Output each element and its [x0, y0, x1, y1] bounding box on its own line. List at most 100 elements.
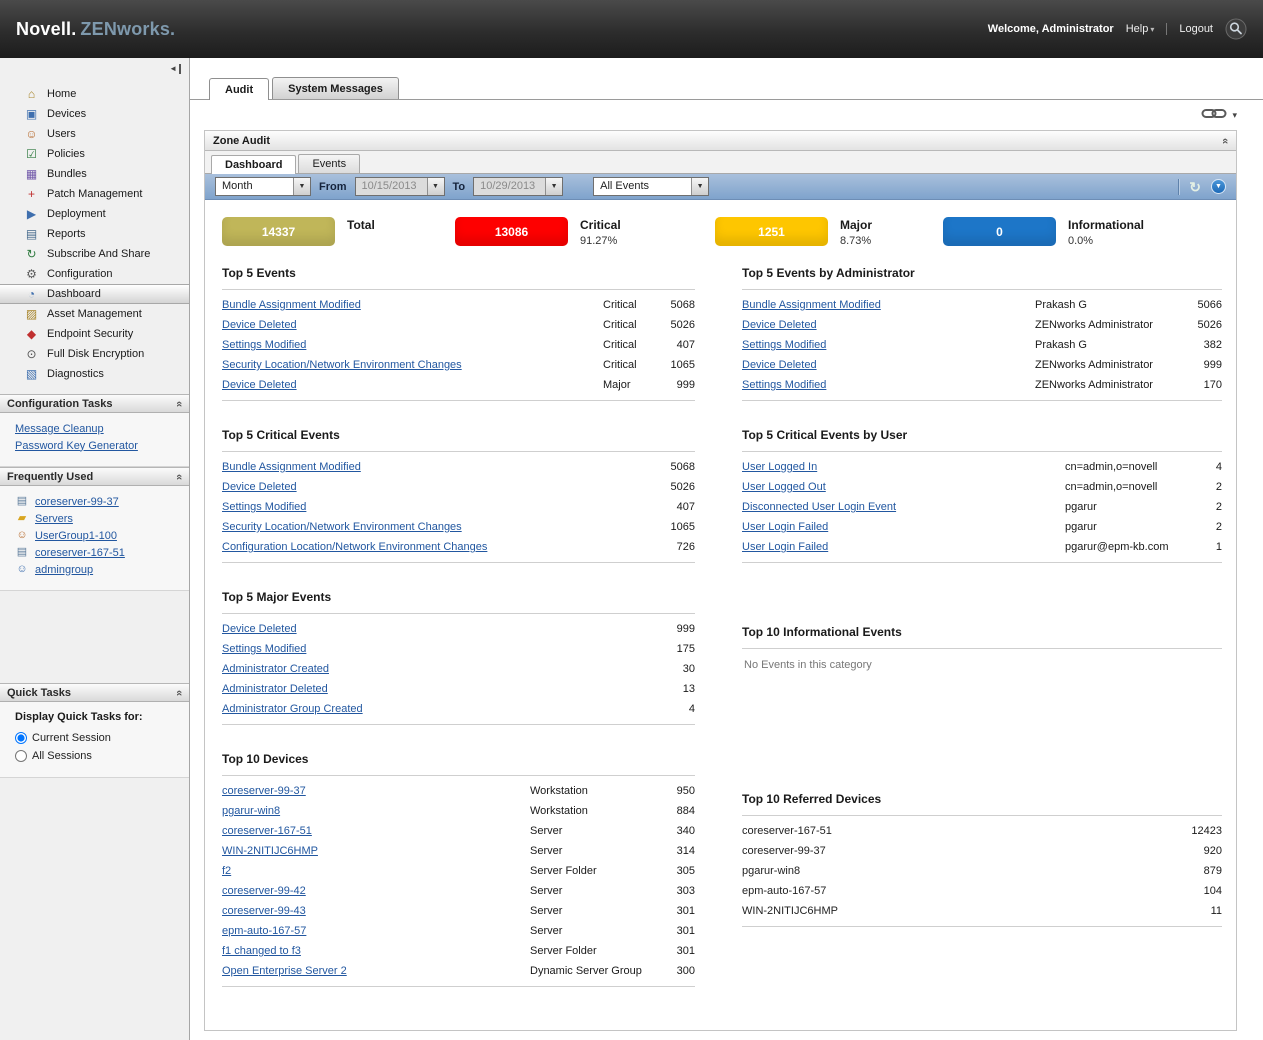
event-link[interactable]: Settings Modified — [742, 379, 1035, 391]
sidebar-item-dashboard[interactable]: ◔ Dashboard — [0, 284, 189, 304]
sidebar-item-patch-management[interactable]: + Patch Management — [0, 184, 189, 204]
to-date-select[interactable]: 10/29/2013 ▼ — [473, 177, 563, 196]
help-menu[interactable]: Help▾ — [1126, 23, 1155, 35]
frequently-used-link[interactable]: admingroup — [35, 564, 93, 576]
event-link[interactable]: Bundle Assignment Modified — [222, 299, 603, 311]
collapse-chevrons-icon[interactable]: « — [1219, 137, 1231, 143]
event-link[interactable]: Device Deleted — [222, 481, 655, 493]
configuration-tasks-header[interactable]: Configuration Tasks « — [0, 394, 189, 413]
from-date-select[interactable]: 10/15/2013 ▼ — [355, 177, 445, 196]
tab-audit[interactable]: Audit — [209, 78, 269, 100]
device-link[interactable]: coreserver-167-51 — [222, 825, 530, 837]
all-sessions-radio[interactable] — [15, 750, 27, 762]
sidebar-item-configuration[interactable]: ⚙ Configuration — [0, 264, 189, 284]
event-link[interactable]: Device Deleted — [742, 319, 1035, 331]
event-filter-select[interactable]: All Events ▼ — [593, 177, 709, 196]
event-link[interactable]: User Logged In — [742, 461, 1065, 473]
search-icon[interactable] — [1225, 18, 1247, 40]
divider — [742, 648, 1222, 649]
section-title: Top 5 Major Events — [222, 590, 695, 604]
device-link[interactable]: coreserver-99-37 — [222, 785, 530, 797]
link-chain-icon[interactable] — [1201, 107, 1227, 123]
event-row: Configuration Location/Network Environme… — [222, 537, 695, 557]
tab-events[interactable]: Events — [298, 154, 360, 173]
sidebar-item-endpoint-security[interactable]: ◆ Endpoint Security — [0, 324, 189, 344]
sidebar-item-full-disk-encryption[interactable]: ⊙ Full Disk Encryption — [0, 344, 189, 364]
device-link[interactable]: coreserver-99-43 — [222, 905, 530, 917]
device-link[interactable]: WIN-2NITIJC6HMP — [222, 845, 530, 857]
event-link[interactable]: Security Location/Network Environment Ch… — [222, 359, 603, 371]
event-link[interactable]: Settings Modified — [222, 643, 655, 655]
toolbar-menu-icon[interactable]: ▼ — [1211, 179, 1226, 194]
summary-badge: 14337 — [222, 217, 335, 246]
event-link[interactable]: User Login Failed — [742, 521, 1065, 533]
sidebar-item-reports[interactable]: ▤ Reports — [0, 224, 189, 244]
device-row: coreserver-167-51 Server 340 — [222, 821, 695, 841]
device-link[interactable]: coreserver-99-42 — [222, 885, 530, 897]
event-link[interactable]: Disconnected User Login Event — [742, 501, 1065, 513]
top-header: Novell.ZENworks. Welcome, Administrator … — [0, 0, 1263, 58]
collapse-chevrons-icon[interactable]: « — [173, 473, 185, 479]
device-link[interactable]: Open Enterprise Server 2 — [222, 965, 530, 977]
event-link[interactable]: Device Deleted — [742, 359, 1035, 371]
current-session-radio[interactable] — [15, 732, 27, 744]
endpoint-security-icon: ◆ — [24, 328, 39, 340]
sidebar-item-bundles[interactable]: ▦ Bundles — [0, 164, 189, 184]
period-select[interactable]: Month ▼ — [215, 177, 311, 196]
sidebar-item-asset-management[interactable]: ▨ Asset Management — [0, 304, 189, 324]
refresh-icon[interactable]: ↻ — [1189, 180, 1201, 194]
collapse-chevrons-icon[interactable]: « — [173, 400, 185, 406]
frequently-used-link[interactable]: UserGroup1-100 — [35, 530, 117, 542]
event-link[interactable]: Bundle Assignment Modified — [222, 461, 655, 473]
frequently-used-link[interactable]: coreserver-99-37 — [35, 496, 119, 508]
event-link[interactable]: Security Location/Network Environment Ch… — [222, 521, 655, 533]
config-task-link[interactable]: Password Key Generator — [15, 440, 138, 452]
empty-message: No Events in this category — [742, 659, 1222, 671]
device-link[interactable]: epm-auto-167-57 — [222, 925, 530, 937]
frequently-used-link[interactable]: Servers — [35, 513, 73, 525]
referred-device-count: 879 — [1172, 865, 1222, 877]
device-link[interactable]: pgarur-win8 — [222, 805, 530, 817]
event-link[interactable]: Configuration Location/Network Environme… — [222, 541, 655, 553]
header-actions: Welcome, Administrator Help▾ Logout — [988, 18, 1247, 40]
sidebar-item-deployment[interactable]: ▶ Deployment — [0, 204, 189, 224]
event-row: Administrator Created 30 — [222, 659, 695, 679]
event-row: User Login Failed pgarur 2 — [742, 517, 1222, 537]
sidebar-item-diagnostics[interactable]: ▧ Diagnostics — [0, 364, 189, 384]
frequently-used-header[interactable]: Frequently Used « — [0, 467, 189, 486]
event-link[interactable]: Settings Modified — [742, 339, 1035, 351]
event-link[interactable]: User Login Failed — [742, 541, 1065, 553]
quick-tasks-header[interactable]: Quick Tasks « — [0, 683, 189, 702]
event-link[interactable]: Settings Modified — [222, 501, 655, 513]
event-link[interactable]: Bundle Assignment Modified — [742, 299, 1035, 311]
sidebar-collapse-icon[interactable]: ◄ — [169, 64, 181, 74]
help-label: Help — [1126, 23, 1149, 35]
administrator-name: Prakash G — [1035, 299, 1182, 311]
sidebar-item-policies[interactable]: ☑ Policies — [0, 144, 189, 164]
event-link[interactable]: Device Deleted — [222, 623, 655, 635]
radio-current-session[interactable]: Current Session — [15, 729, 183, 747]
config-task-link[interactable]: Message Cleanup — [15, 423, 104, 435]
frequently-used-link[interactable]: coreserver-167-51 — [35, 547, 125, 559]
device-link[interactable]: f2 — [222, 865, 530, 877]
chevron-down-icon[interactable]: ▾ — [1232, 110, 1237, 121]
event-link[interactable]: Administrator Created — [222, 663, 655, 675]
event-link[interactable]: User Logged Out — [742, 481, 1065, 493]
radio-all-sessions[interactable]: All Sessions — [15, 747, 183, 765]
event-row: Settings Modified 407 — [222, 497, 695, 517]
tab-system-messages[interactable]: System Messages — [272, 77, 399, 99]
logout-link[interactable]: Logout — [1179, 23, 1213, 35]
sidebar-item-users[interactable]: ☺ Users — [0, 124, 189, 144]
referred-device-name: coreserver-167-51 — [742, 825, 1172, 837]
event-link[interactable]: Administrator Deleted — [222, 683, 655, 695]
tab-dashboard[interactable]: Dashboard — [211, 155, 296, 174]
collapse-chevrons-icon[interactable]: « — [173, 689, 185, 695]
sidebar-item-home[interactable]: ⌂ Home — [0, 84, 189, 104]
sidebar-item-devices[interactable]: ▣ Devices — [0, 104, 189, 124]
event-link[interactable]: Device Deleted — [222, 319, 603, 331]
sidebar-item-subscribe-and-share[interactable]: ↻ Subscribe And Share — [0, 244, 189, 264]
event-link[interactable]: Settings Modified — [222, 339, 603, 351]
event-link[interactable]: Administrator Group Created — [222, 703, 655, 715]
device-link[interactable]: f1 changed to f3 — [222, 945, 530, 957]
event-link[interactable]: Device Deleted — [222, 379, 603, 391]
